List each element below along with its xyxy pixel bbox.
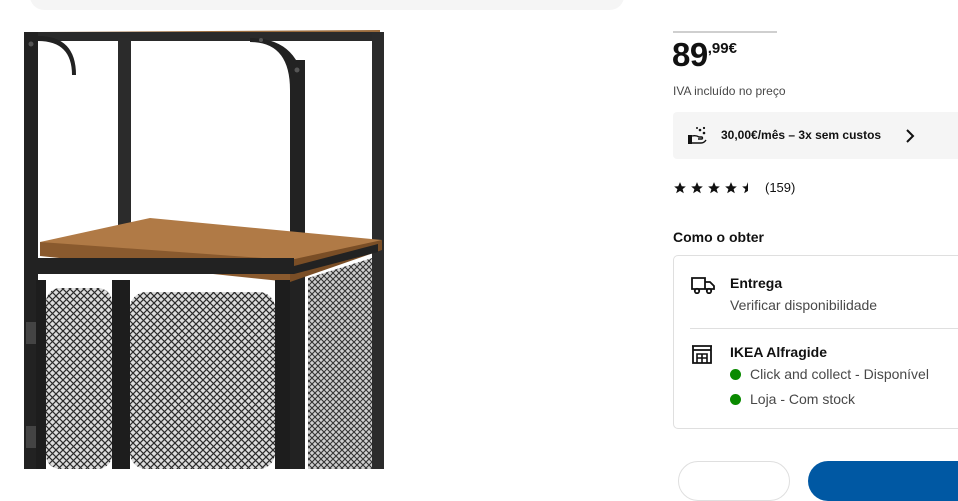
delivery-option[interactable]: Entrega Verificar disponibilidade — [674, 256, 958, 328]
star-icon — [725, 181, 737, 193]
store-icon — [692, 345, 712, 364]
star-icon — [691, 181, 703, 193]
chevron-right-icon — [906, 129, 915, 143]
star-icon — [708, 181, 720, 193]
star-half-icon — [742, 181, 748, 193]
product-image[interactable] — [0, 30, 400, 469]
price-decimals: ,99 — [707, 40, 729, 57]
availability-dot-icon — [730, 393, 741, 405]
price-divider — [673, 31, 777, 33]
installment-offer[interactable]: 30,00€/mês – 3x sem custos — [673, 112, 958, 159]
rating-stars — [673, 181, 755, 195]
delivery-title: Entrega — [730, 275, 783, 291]
status-text: Click and collect - Disponível — [750, 366, 929, 382]
fulfilment-title: Como o obter — [673, 229, 764, 245]
installment-text: 30,00€/mês – 3x sem custos — [721, 128, 882, 142]
rating-count: (159) — [765, 180, 796, 195]
truck-icon — [691, 277, 715, 294]
price-integer: 89 — [672, 36, 708, 73]
primary-action-button[interactable] — [808, 461, 958, 501]
store-name: IKEA Alfragide — [730, 344, 827, 360]
delivery-subtitle: Verificar disponibilidade — [730, 297, 878, 313]
availability-dot-icon — [730, 368, 741, 380]
vat-note: IVA incluído no preço — [673, 84, 786, 98]
rating[interactable]: (159) — [673, 180, 795, 195]
store-option[interactable]: IKEA Alfragide Click and collect - Dispo… — [674, 329, 958, 429]
click-collect-status: Click and collect - Disponível — [730, 366, 929, 382]
hand-coins-icon — [688, 126, 707, 144]
status-text: Loja - Com stock — [750, 391, 856, 407]
fulfilment-options: Entrega Verificar disponibilidade IKEA A… — [673, 255, 958, 429]
secondary-action-button[interactable] — [678, 461, 790, 501]
product-price: 89,99€ — [672, 38, 737, 71]
search-bar[interactable] — [30, 0, 624, 10]
star-icon — [674, 181, 686, 193]
price-currency: € — [728, 40, 737, 57]
store-stock-status: Loja - Com stock — [730, 391, 855, 407]
